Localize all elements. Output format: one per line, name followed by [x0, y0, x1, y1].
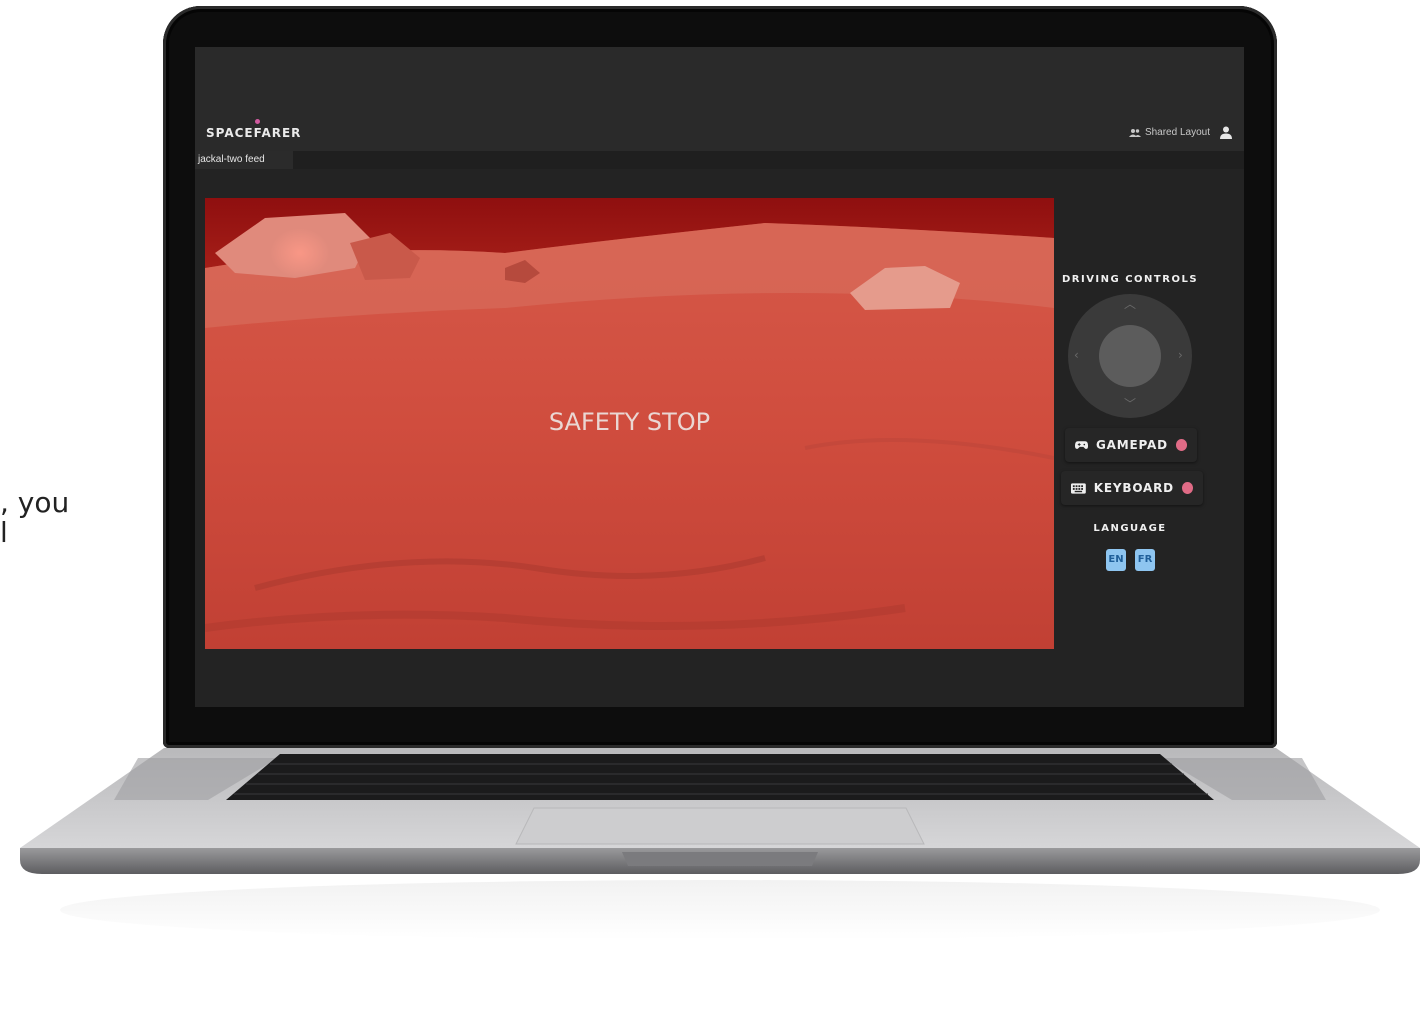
shared-layout-button[interactable]: Shared Layout	[1128, 127, 1210, 138]
app-screen: SPACEFARER Shared Layout jackal-two feed	[195, 47, 1244, 707]
team-icon	[1128, 128, 1141, 137]
laptop-base	[20, 748, 1420, 874]
gamepad-icon	[1075, 441, 1089, 449]
chevron-right-icon[interactable]: ›	[1178, 349, 1183, 361]
logo-dot	[255, 119, 260, 124]
top-bar: SPACEFARER Shared Layout	[195, 47, 1244, 151]
camera-feed: SAFETY STOP	[205, 198, 1054, 649]
keyboard-status-dot	[1181, 482, 1193, 494]
tab-jackal-two-feed[interactable]: jackal-two feed	[195, 151, 293, 169]
background-text: , you l	[0, 486, 70, 549]
gamepad-status-dot	[1175, 439, 1187, 451]
language-title: LANGUAGE	[1093, 523, 1167, 534]
keyboard-icon	[1071, 482, 1086, 494]
chevron-down-icon[interactable]: ﹀	[1124, 398, 1136, 410]
language-fr-button[interactable]: FR	[1135, 549, 1155, 571]
gamepad-button[interactable]: GAMEPAD	[1065, 428, 1197, 462]
keyboard-button[interactable]: KEYBOARD	[1061, 471, 1203, 505]
joystick-knob[interactable]	[1099, 325, 1161, 387]
joystick[interactable]: ︿ ﹀ ‹ ›	[1068, 294, 1192, 418]
keyboard-label: KEYBOARD	[1093, 481, 1174, 495]
laptop-reflection	[60, 880, 1380, 940]
driving-controls-title: DRIVING CONTROLS	[1061, 274, 1199, 285]
gamepad-label: GAMEPAD	[1096, 438, 1168, 452]
user-icon[interactable]	[1220, 126, 1232, 139]
chevron-left-icon[interactable]: ‹	[1074, 349, 1079, 361]
tab-bar: jackal-two feed	[195, 151, 1244, 169]
chevron-up-icon[interactable]: ︿	[1124, 298, 1136, 310]
app-logo[interactable]: SPACEFARER	[206, 126, 301, 140]
language-en-button[interactable]: EN	[1106, 549, 1126, 571]
safety-stop-label: SAFETY STOP	[548, 408, 711, 436]
shared-layout-label: Shared Layout	[1144, 127, 1210, 138]
